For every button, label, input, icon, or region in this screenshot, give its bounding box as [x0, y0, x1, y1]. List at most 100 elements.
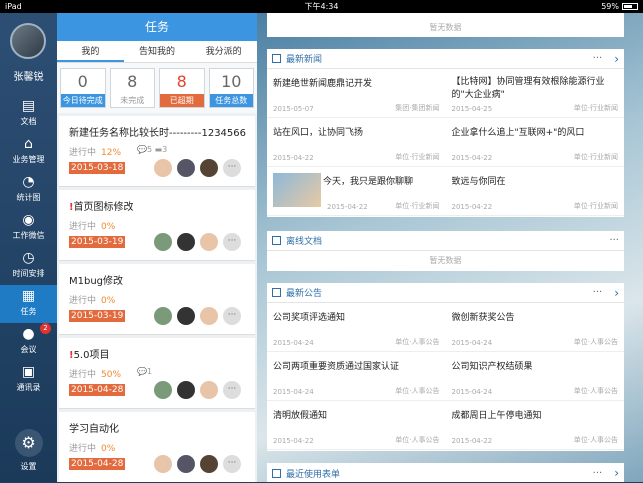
more-button[interactable]: ··· [593, 287, 603, 298]
task-card[interactable]: 学习自动化 进行中 0% 2015-04-28 ··· [59, 412, 255, 482]
comment-count: 5 [146, 145, 153, 154]
stat-unfinished[interactable]: 8 未完成 [109, 68, 155, 108]
task-title: M1bug修改 [69, 276, 124, 287]
news-module: 最新新闻 ··· › 新建绝世新闻鹿鼎记开发 2015-05-07 集团·集团新闻 【比… [267, 49, 624, 217]
avatar[interactable] [177, 159, 195, 177]
avatar[interactable] [200, 455, 218, 473]
task-panel: 任务 我的 告知我的 我分派的 0 今日待完成 8 未完成 8 已超期 10 任务总数 … [57, 13, 257, 482]
avatar[interactable] [154, 307, 172, 325]
task-card[interactable]: !5.0项目 进行中 50% 💬1 2015-04-28 ··· [59, 338, 255, 409]
top-module: 暂无数据 [267, 13, 624, 37]
avatar[interactable] [10, 23, 46, 59]
task-panel-title: 任务 [57, 13, 257, 41]
notice-item[interactable]: 公司奖项评选通知 2015-04-24 单位·人事公告 [267, 303, 446, 352]
stat-today[interactable]: 0 今日待完成 [60, 68, 106, 108]
calendar-icon: ▦ [21, 288, 36, 304]
notice-item[interactable]: 公司两项重要资质通过国家认证 2015-04-24 单位·人事公告 [267, 352, 446, 401]
avatar[interactable] [177, 233, 195, 251]
nav-meetings[interactable]: ● 会议 2 [0, 323, 57, 361]
nav-schedule[interactable]: ◷ 时间安排 [0, 247, 57, 285]
more-button[interactable]: ··· [223, 381, 241, 399]
tab-mine[interactable]: 我的 [57, 41, 124, 62]
avatar[interactable] [154, 233, 172, 251]
document-icon: ▤ [21, 98, 36, 114]
chevron-right-icon[interactable]: › [614, 466, 619, 480]
chart-icon: ◔ [22, 174, 35, 190]
notice-item[interactable]: 公司知识产权结硕果 2015-04-24 单位·人事公告 [445, 352, 624, 401]
nav-contacts[interactable]: ▣ 通讯录 [0, 361, 57, 399]
chevron-right-icon[interactable]: › [614, 286, 619, 300]
clock: 下午4:34 [304, 2, 339, 11]
task-date: 2015-03-18 [69, 162, 126, 174]
avatar[interactable] [154, 455, 172, 473]
task-progress: 0% [101, 444, 116, 454]
news-item[interactable]: 今天，我只是跟你聊聊 2015-04-22 单位·行业新闻 [267, 167, 446, 216]
news-item[interactable]: 致远与你同在 2015-04-22 单位·行业新闻 [445, 167, 624, 216]
file-count: 3 [162, 145, 168, 154]
offline-docs-module: 离线文档 ··· 暂无数据 [267, 231, 624, 271]
chevron-right-icon[interactable]: › [614, 52, 619, 66]
comment-icon: 💬 [137, 145, 147, 154]
notice-item[interactable]: 清明放假通知 2015-04-22 单位·人事公告 [267, 401, 446, 450]
avatar[interactable] [200, 381, 218, 399]
avatar[interactable] [177, 455, 195, 473]
news-item[interactable]: 企业拿什么追上"互联网+"的风口 2015-04-22 单位·行业新闻 [445, 118, 624, 167]
avatar[interactable] [177, 307, 195, 325]
avatar[interactable] [154, 381, 172, 399]
more-button[interactable]: ··· [593, 468, 603, 479]
more-button[interactable]: ··· [609, 235, 619, 246]
avatar[interactable] [177, 381, 195, 399]
nav-business[interactable]: ⌂ 业务管理 [0, 133, 57, 171]
tab-assigned[interactable]: 我分派的 [190, 41, 257, 62]
news-title: 最新新闻 [286, 55, 323, 65]
nav-wechat[interactable]: ◉ 工作微信 [0, 209, 57, 247]
notice-module: 最新公告 ··· › 公司奖项评选通知 2015-04-24 单位·人事公告 微创新获奖… [267, 283, 624, 451]
nav-documents[interactable]: ▤ 文档 [0, 95, 57, 133]
avatar[interactable] [200, 159, 218, 177]
task-title: 新建任务名称比较长时---------1234566 [69, 128, 247, 139]
tab-informed[interactable]: 告知我的 [124, 41, 191, 62]
news-thumbnail [273, 173, 321, 207]
notice-icon [272, 288, 281, 297]
notice-item[interactable]: 微创新获奖公告 2015-04-24 单位·人事公告 [445, 303, 624, 352]
meeting-icon: ● [22, 326, 35, 342]
nav-charts[interactable]: ◔ 统计图 [0, 171, 57, 209]
stat-overdue[interactable]: 8 已超期 [159, 68, 205, 108]
sidebar: 张馨锐 ▤ 文档 ⌂ 业务管理 ◔ 统计图 ◉ 工作微信 ◷ 时间安排 ▦ 任务 ● 会议 2 … [0, 13, 57, 482]
gear-icon: ⚙ [14, 429, 43, 457]
news-item[interactable]: 【比特网】协同管理有效根除能源行业的"大企业病" 2015-04-25 单位·行业新… [445, 69, 624, 118]
avatar[interactable] [154, 159, 172, 177]
user-name: 张馨锐 [13, 72, 44, 83]
empty-text: 暂无数据 [429, 256, 462, 265]
comment-count: 1 [146, 367, 153, 376]
task-tabs: 我的 告知我的 我分派的 [57, 41, 257, 63]
task-progress: 0% [101, 296, 116, 306]
task-title: 首页图标修改 [73, 202, 134, 213]
task-date: 2015-04-28 [69, 384, 126, 396]
task-card[interactable]: 新建任务名称比较长时---------1234566 进行中 12% 💬5 ▬3 … [59, 116, 255, 187]
avatar[interactable] [200, 233, 218, 251]
task-card[interactable]: M1bug修改 进行中 0% 2015-03-19 ··· [59, 264, 255, 335]
task-progress: 0% [101, 222, 116, 232]
notice-title: 最新公告 [286, 289, 323, 299]
more-button[interactable]: ··· [223, 159, 241, 177]
more-button[interactable]: ··· [223, 233, 241, 251]
offline-title: 离线文档 [286, 237, 323, 247]
news-item[interactable]: 站在风口，让协同飞扬 2015-04-22 单位·行业新闻 [267, 118, 446, 167]
task-date: 2015-03-19 [69, 310, 126, 322]
task-title: 5.0项目 [73, 350, 110, 361]
status-bar: iPad 下午4:34 59% [0, 0, 643, 13]
nav-settings[interactable]: ⚙ 设置 [0, 429, 57, 472]
nav-tasks[interactable]: ▦ 任务 [0, 285, 57, 323]
stat-total[interactable]: 10 任务总数 [208, 68, 254, 108]
more-button[interactable]: ··· [223, 455, 241, 473]
notice-item[interactable]: 成都周日上午停电通知 2015-04-22 单位·人事公告 [445, 401, 624, 450]
clock-icon: ◷ [22, 250, 35, 266]
more-button[interactable]: ··· [223, 307, 241, 325]
task-card[interactable]: !首页图标修改 进行中 0% 2015-03-19 ··· [59, 190, 255, 261]
avatar[interactable] [200, 307, 218, 325]
more-button[interactable]: ··· [593, 53, 603, 64]
task-stats: 0 今日待完成 8 未完成 8 已超期 10 任务总数 [57, 63, 257, 113]
task-title: 学习自动化 [69, 424, 119, 435]
news-item[interactable]: 新建绝世新闻鹿鼎记开发 2015-05-07 集团·集团新闻 [267, 69, 446, 118]
